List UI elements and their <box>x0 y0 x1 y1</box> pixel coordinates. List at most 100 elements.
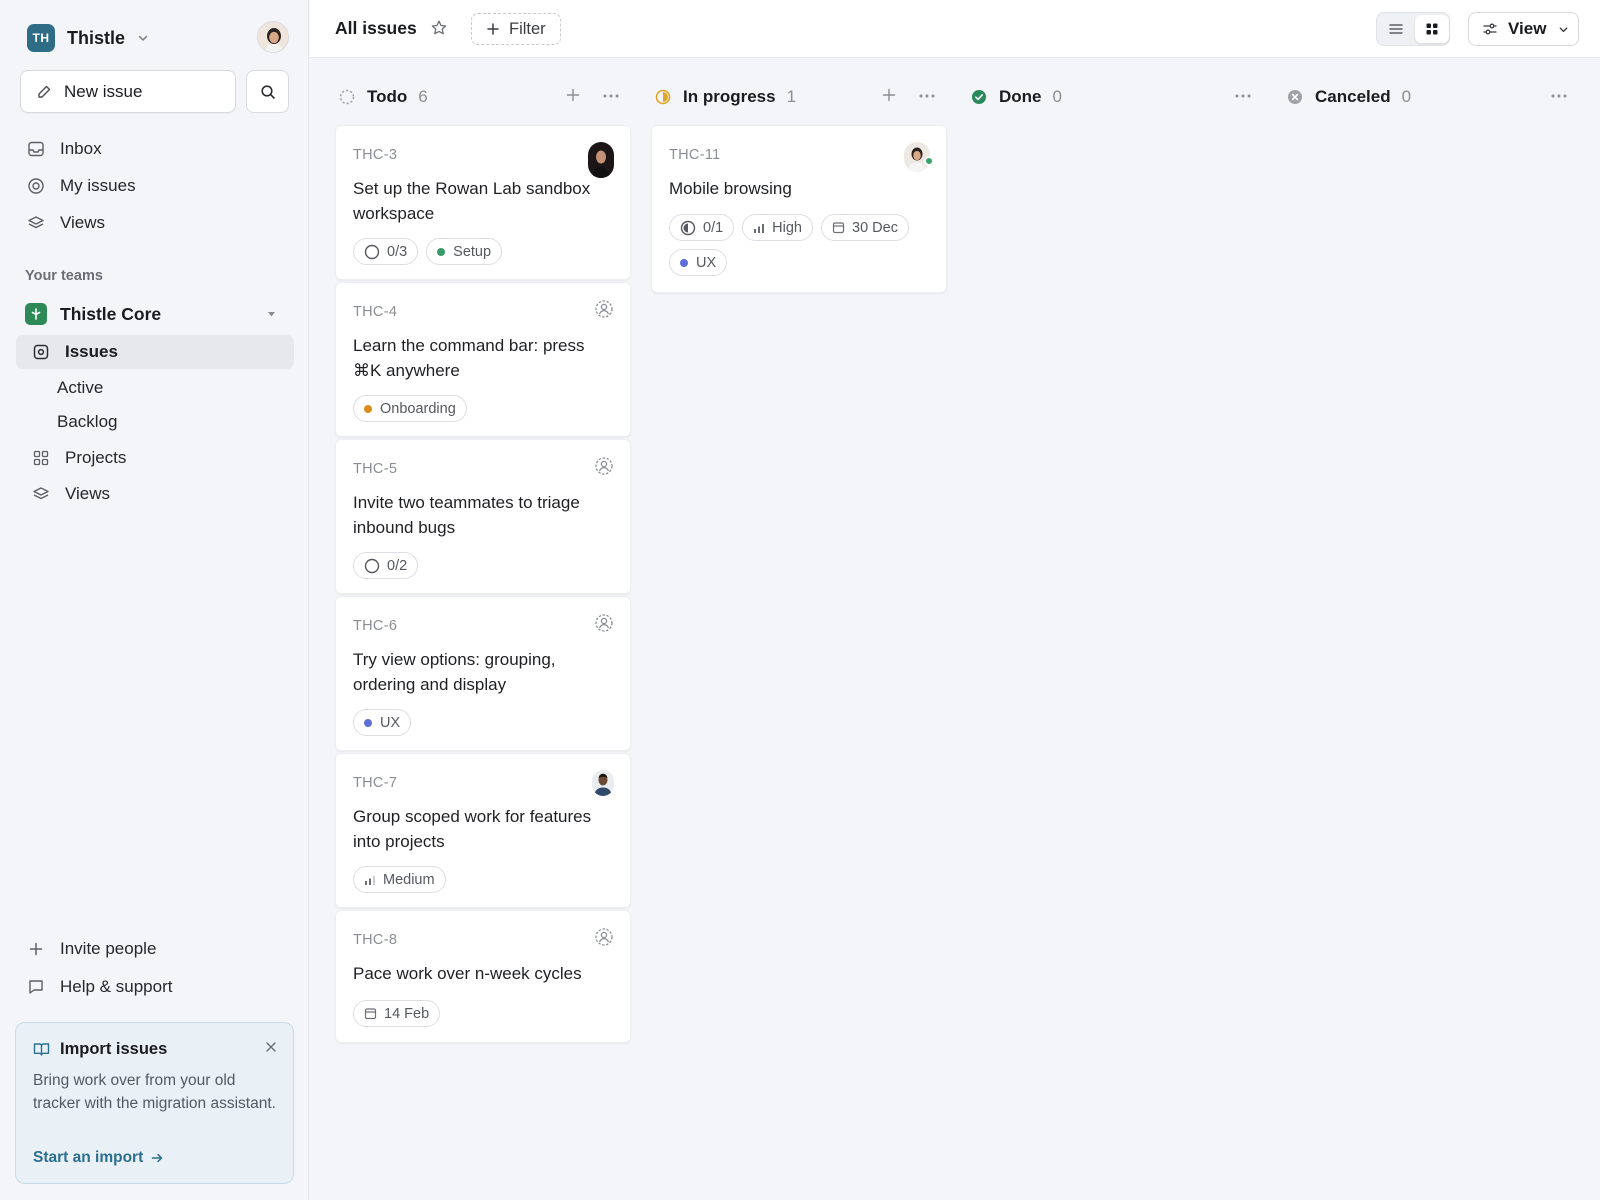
import-card-body: Bring work over from your old tracker wi… <box>33 1072 276 1112</box>
sub-issues-chip[interactable]: 0/1 <box>669 214 735 241</box>
plus-icon <box>26 941 46 957</box>
issue-card-thc-8[interactable]: THC-8 Pace work over n-week cycles 14 Fe… <box>335 910 631 1043</box>
add-icon[interactable] <box>882 88 896 102</box>
issue-card-thc-7[interactable]: THC-7 Group scoped work for features int… <box>335 753 631 908</box>
column-name: Todo <box>367 87 408 106</box>
sub-issues-chip[interactable]: 0/2 <box>353 552 419 579</box>
plus-icon <box>486 22 500 36</box>
column-name: Done <box>999 87 1042 106</box>
sidebar-item-my-issues[interactable]: My issues <box>16 169 294 203</box>
filter-button[interactable]: Filter <box>471 13 561 45</box>
priority-bars-icon <box>754 223 765 233</box>
workspace-name: Thistle <box>67 27 126 48</box>
view-options-button[interactable]: View <box>1468 12 1579 46</box>
priority-bars-icon <box>365 875 375 885</box>
issue-id: THC-11 <box>669 147 721 163</box>
online-status-dot <box>924 156 934 166</box>
target-icon <box>26 177 46 195</box>
more-icon[interactable] <box>919 94 935 98</box>
column-header-canceled: Canceled 0 <box>1286 82 1580 112</box>
label-chip[interactable]: UX <box>669 249 728 276</box>
sidebar-item-issues[interactable]: Issues <box>16 335 294 369</box>
star-icon[interactable] <box>430 19 448 37</box>
label-dot <box>364 404 372 413</box>
issue-card-thc-6[interactable]: THC-6 Try view options: grouping, orderi… <box>335 596 631 751</box>
label-dot <box>437 247 446 256</box>
status-done-icon <box>970 89 988 105</box>
issue-id: THC-6 <box>353 618 398 634</box>
sidebar-item-label: Invite people <box>60 939 157 958</box>
workspace-badge: TH <box>27 24 55 52</box>
issue-chips: 0/2 <box>353 552 615 579</box>
add-icon[interactable] <box>566 88 580 102</box>
column-header-in-progress: In progress 1 <box>654 82 948 112</box>
issue-chips: 14 Feb <box>353 1000 615 1027</box>
due-date-chip[interactable]: 30 Dec <box>821 214 909 241</box>
board-grid-icon <box>1425 22 1439 36</box>
priority-chip[interactable]: Medium <box>353 866 446 893</box>
issue-chips: Medium <box>353 866 615 893</box>
chip-label: 14 Feb <box>384 1005 430 1022</box>
column-count: 6 <box>418 87 428 106</box>
list-layout-button[interactable] <box>1379 15 1413 43</box>
issue-card-thc-11[interactable]: THC-11 Mobile browsing 0/1 High 30 Dec U… <box>651 125 947 293</box>
user-avatar[interactable] <box>257 21 289 53</box>
sidebar-item-team-views[interactable]: Views <box>16 477 294 511</box>
unassigned-icon[interactable] <box>594 456 614 476</box>
list-icon <box>1388 22 1404 36</box>
more-icon[interactable] <box>1551 94 1567 98</box>
sidebar-item-active[interactable]: Active <box>44 373 284 403</box>
unassigned-icon[interactable] <box>594 927 614 947</box>
label-chip[interactable]: Onboarding <box>353 395 467 422</box>
issues-icon <box>31 343 51 361</box>
unassigned-icon[interactable] <box>594 613 614 633</box>
assignee-avatar[interactable] <box>592 770 614 796</box>
issue-card-thc-4[interactable]: THC-4 Learn the command bar: press ⌘K an… <box>335 282 631 437</box>
arrow-right-icon <box>143 1152 163 1164</box>
sidebar-item-backlog[interactable]: Backlog <box>44 407 284 437</box>
column-header-todo: Todo 6 <box>338 82 632 112</box>
assignee-avatar[interactable] <box>904 142 934 172</box>
issue-title: Group scoped work for features into proj… <box>353 807 592 851</box>
issue-card-thc-3[interactable]: THC-3 Set up the Rowan Lab sandbox works… <box>335 125 631 280</box>
assignee-avatar[interactable] <box>588 142 614 178</box>
label-chip[interactable]: UX <box>353 709 412 736</box>
new-issue-button[interactable]: New issue <box>20 70 236 113</box>
progress-ring-icon <box>364 558 380 573</box>
close-icon[interactable] <box>265 1041 277 1053</box>
sidebar-item-views[interactable]: Views <box>16 206 294 240</box>
more-icon[interactable] <box>1235 94 1251 98</box>
team-name: Thistle Core <box>60 303 162 324</box>
label-dot <box>680 258 688 267</box>
issue-id: THC-7 <box>353 775 398 791</box>
issue-title: Learn the command bar: press ⌘K anywhere <box>353 336 585 380</box>
workspace-switcher[interactable]: TH Thistle <box>27 24 149 52</box>
chip-label: 0/1 <box>703 219 724 236</box>
issue-card-thc-5[interactable]: THC-5 Invite two teammates to triage inb… <box>335 439 631 594</box>
label-dot <box>364 718 372 727</box>
column-count: 1 <box>786 87 797 106</box>
issue-title: Invite two teammates to triage inbound b… <box>353 493 580 537</box>
board-layout-button[interactable] <box>1415 15 1449 43</box>
sub-issues-chip[interactable]: 0/3 <box>353 238 419 265</box>
pencil-icon <box>36 84 52 100</box>
unassigned-icon[interactable] <box>594 299 614 319</box>
priority-chip[interactable]: High <box>742 214 813 241</box>
caret-down-icon[interactable] <box>267 310 276 318</box>
label-chip[interactable]: Setup <box>426 238 503 265</box>
status-backlog-icon <box>338 89 356 105</box>
team-thistle-core[interactable]: Thistle Core <box>16 297 294 331</box>
chip-label: UX <box>696 254 717 271</box>
issue-id: THC-8 <box>353 932 398 948</box>
search-button[interactable] <box>246 70 289 113</box>
import-card-header: Import issues <box>33 1040 167 1059</box>
half-progress-icon <box>680 220 696 235</box>
sidebar-item-projects[interactable]: Projects <box>16 441 294 475</box>
due-date-chip[interactable]: 14 Feb <box>353 1000 441 1027</box>
start-import-link[interactable]: Start an import <box>33 1149 163 1167</box>
sidebar-item-inbox[interactable]: Inbox <box>16 132 294 166</box>
issue-id: THC-5 <box>353 461 398 477</box>
sidebar-item-help-support[interactable]: Help & support <box>16 970 294 1004</box>
more-icon[interactable] <box>603 94 619 98</box>
sidebar-item-invite-people[interactable]: Invite people <box>16 932 294 966</box>
